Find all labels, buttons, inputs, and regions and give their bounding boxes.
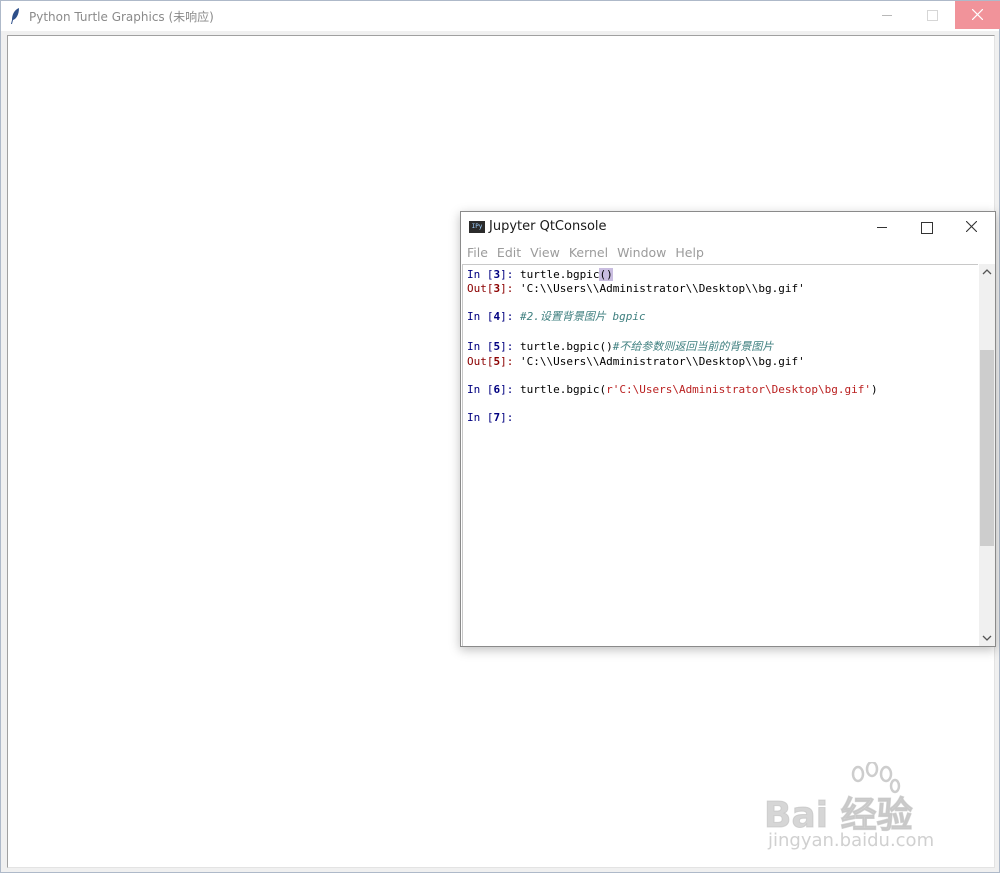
close-button[interactable] — [955, 1, 1000, 29]
menu-help[interactable]: Help — [675, 242, 710, 264]
chevron-down-icon — [982, 635, 992, 641]
console-output-line: Out[3]: 'C:\\Users\\Administrator\\Deskt… — [467, 282, 805, 295]
console-output-area[interactable]: In [3]: turtle.bgpic() Out[3]: 'C:\\User… — [462, 264, 978, 646]
minimize-button[interactable] — [863, 1, 909, 29]
close-icon — [966, 221, 977, 232]
console-input-line: In [6]: turtle.bgpic(r'C:\Users\Administ… — [467, 383, 878, 396]
maximize-button[interactable] — [909, 1, 955, 29]
qt-maximize-button[interactable] — [903, 212, 949, 242]
scroll-down-button[interactable] — [979, 630, 995, 646]
qtconsole-title: Jupyter QtConsole — [489, 219, 607, 234]
ipython-icon: IPy — [469, 221, 485, 233]
menu-edit[interactable]: Edit — [497, 242, 527, 264]
menu-bar: File Edit View Kernel Window Help — [461, 242, 995, 264]
console-prompt-line[interactable]: In [7]: — [467, 411, 520, 425]
menu-file[interactable]: File — [467, 242, 494, 264]
watermark-url: jingyan.baidu.com — [768, 830, 935, 851]
close-icon — [972, 9, 983, 20]
console-output-line: Out[5]: 'C:\\Users\\Administrator\\Deskt… — [467, 355, 805, 368]
chevron-up-icon — [982, 269, 992, 275]
menu-window[interactable]: Window — [617, 242, 672, 264]
console-input-line: In [3]: turtle.bgpic() — [467, 268, 613, 281]
menu-kernel[interactable]: Kernel — [569, 242, 614, 264]
qt-close-button[interactable] — [949, 212, 995, 242]
console-input-line: In [4]: #2.设置背景图片 bgpic — [467, 310, 646, 323]
matched-paren: () — [599, 268, 613, 281]
menu-view[interactable]: View — [530, 242, 566, 264]
scroll-thumb[interactable] — [980, 350, 994, 546]
feather-icon — [11, 8, 19, 24]
qtconsole-titlebar[interactable]: IPy Jupyter QtConsole — [461, 212, 995, 242]
scroll-up-button[interactable] — [979, 264, 995, 280]
baidu-jingyan-watermark: Bai 经验 jingyan.baidu.com — [764, 762, 964, 857]
qt-minimize-button[interactable] — [859, 212, 905, 242]
vertical-scrollbar[interactable] — [979, 264, 995, 646]
window-title: Python Turtle Graphics (未响应) — [29, 10, 214, 24]
turtle-titlebar[interactable]: Python Turtle Graphics (未响应) — [1, 1, 1000, 31]
qtconsole-window: IPy Jupyter QtConsole File Edit View Ker… — [460, 211, 996, 647]
console-input-line: In [5]: turtle.bgpic()#不给参数则返回当前的背景图片 — [467, 340, 774, 353]
